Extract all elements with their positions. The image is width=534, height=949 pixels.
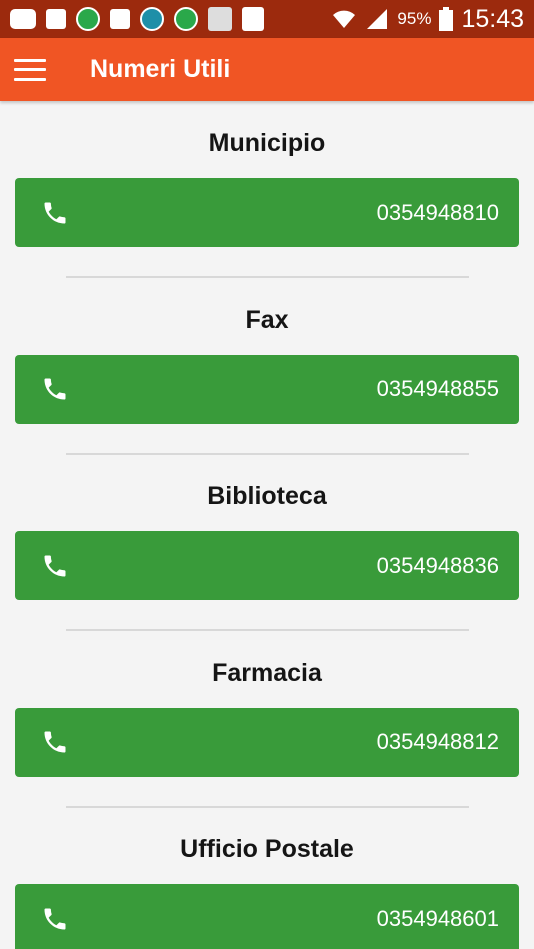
contact-name: Fax: [245, 305, 289, 334]
call-button[interactable]: 0354948855: [15, 354, 519, 424]
list-item: Farmacia 0354948812: [0, 631, 534, 808]
app-icon: [208, 7, 232, 31]
contact-name: Farmacia: [212, 658, 322, 687]
phone-icon: [44, 555, 66, 576]
app-icon: [174, 7, 198, 31]
status-bar: 95% 15:43: [0, 0, 534, 38]
notification-icons: [10, 7, 264, 31]
battery-percent: 95%: [397, 9, 432, 28]
signal-icon: [367, 9, 388, 29]
phone-number: 0354948836: [376, 552, 499, 578]
flag-icon: [242, 7, 264, 31]
chat-icon: [10, 9, 36, 29]
phone-number: 0354948601: [376, 905, 499, 931]
call-button[interactable]: 0354948836: [15, 531, 519, 600]
call-button[interactable]: 0354948601: [15, 884, 519, 949]
phone-icon: [44, 731, 66, 753]
list-item: Fax 0354948855: [0, 278, 534, 455]
list-item: Municipio 0354948810: [0, 101, 534, 278]
page-title: Numeri Utili: [90, 55, 231, 83]
list-item: Biblioteca 0354948836: [0, 454, 534, 631]
phone-number: 0354948855: [376, 376, 499, 401]
contact-list: Municipio 0354948810 Fax 0354948855 Bibl…: [0, 101, 534, 949]
call-button[interactable]: 0354948810: [15, 178, 519, 247]
app-bar: Numeri Utili: [0, 38, 534, 101]
system-status: 95% 15:43: [331, 5, 524, 34]
contact-name: Ufficio Postale: [180, 835, 354, 863]
hamburger-icon[interactable]: [14, 58, 46, 81]
app-icon: [140, 7, 164, 31]
phone-number: 0354948812: [376, 729, 499, 754]
clock: 15:43: [461, 4, 524, 33]
phone-icon: [44, 378, 66, 400]
call-button[interactable]: 0354948812: [15, 707, 519, 777]
phone-number: 0354948810: [376, 199, 499, 225]
list-item: Ufficio Postale 0354948601: [0, 807, 534, 949]
battery-icon: [439, 7, 454, 31]
phone-icon: [44, 908, 66, 929]
contact-name: Municipio: [208, 129, 326, 157]
wifi-icon: [333, 10, 356, 28]
contact-name: Biblioteca: [207, 482, 327, 510]
phone-icon: [44, 202, 66, 223]
facebook-icon: [46, 9, 66, 29]
gallery-icon: [110, 9, 130, 29]
app-icon: [76, 7, 100, 31]
